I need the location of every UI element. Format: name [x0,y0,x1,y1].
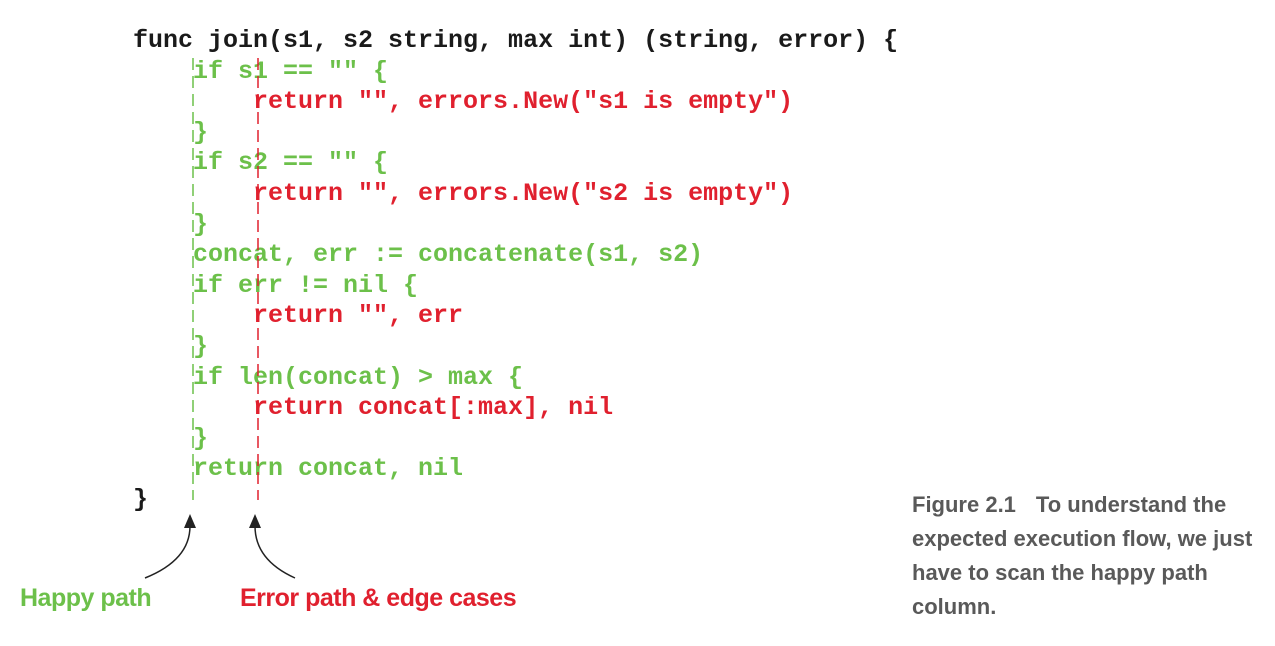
error-path-label: Error path & edge cases [240,584,517,612]
error-path-arrowhead-icon [249,514,261,528]
happy-path-label: Happy path [20,584,152,612]
error-path-arrow [254,525,296,579]
happy-path-arrow [144,525,191,579]
happy-path-arrowhead-icon [184,514,196,528]
figure: func join(s1, s2 string, max int) (strin… [0,0,1275,646]
figure-number: Figure 2.1 [912,492,1016,517]
figure-caption: Figure 2.1 To understand the expected exe… [912,488,1262,624]
